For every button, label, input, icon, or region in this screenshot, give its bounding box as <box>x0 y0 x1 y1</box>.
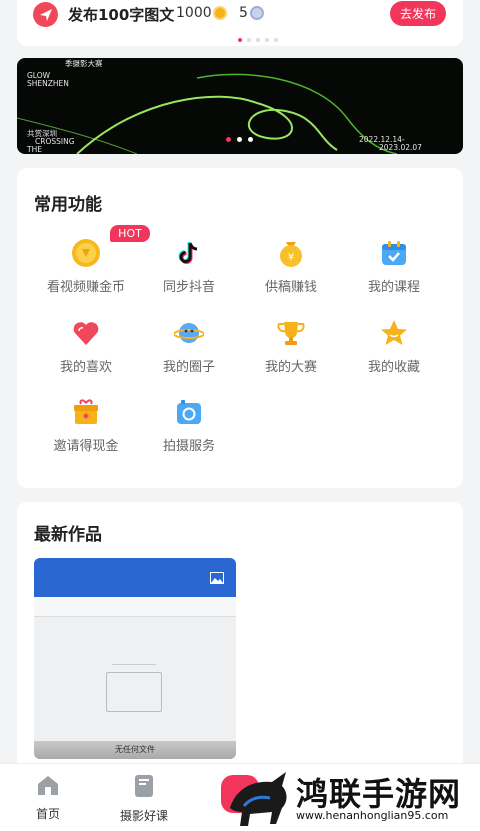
func-item-label: 我的收藏 <box>367 360 420 375</box>
work-thumbnail[interactable]: 无任何文件 <box>34 558 236 759</box>
func-item-sync-douyin[interactable]: 同步抖音 <box>138 238 240 295</box>
tab-home[interactable]: 首页 <box>13 774 83 822</box>
bull-logo <box>230 772 287 826</box>
latest-works-card: 最新作品 无任何文件 <box>17 502 463 772</box>
banner-pager-dots <box>226 137 253 142</box>
func-item-invite-cash[interactable]: 邀请得现金 <box>35 397 137 454</box>
tab-label: 摄影好课 <box>119 809 168 823</box>
money-bag-icon: ¥ <box>280 242 302 267</box>
func-item-my-circle[interactable]: 我的圈子 <box>138 318 240 375</box>
func-item-label: 拍摄服务 <box>162 439 215 454</box>
banner-contest: 季摄影大赛 <box>65 59 103 68</box>
func-item-label: 同步抖音 <box>162 280 215 295</box>
thumbnail-caption: 无任何文件 <box>34 741 236 759</box>
camera-icon <box>177 400 201 424</box>
banner-date-end: 2023.02.07 <box>379 143 422 152</box>
contest-banner[interactable]: GLOW SHENZHEN 共赏深圳 CROSSING THE 季摄影大赛 20… <box>17 58 463 154</box>
tiktok-icon <box>178 242 198 264</box>
heart-icon <box>73 322 99 345</box>
func-item-my-courses[interactable]: 我的课程 <box>343 238 445 295</box>
section-title-works: 最新作品 <box>34 525 102 545</box>
book-icon <box>135 775 153 797</box>
banner-line-4: THE <box>27 145 42 154</box>
func-item-label: 我的喜欢 <box>59 360 112 375</box>
tab-photo-courses[interactable]: 摄影好课 <box>109 774 179 824</box>
task-title: 发布100字图文 <box>68 6 175 24</box>
banner-line-2: SHENZHEN <box>27 79 69 88</box>
coin-amount: 1000 <box>176 5 212 21</box>
star-icon <box>381 320 407 345</box>
func-item-label: 供稿赚钱 <box>264 280 317 295</box>
svg-text:¥: ¥ <box>288 252 294 263</box>
tab-label: 首页 <box>35 807 60 821</box>
func-item-label: 看视频赚金币 <box>46 280 125 295</box>
func-item-label: 邀请得现金 <box>53 439 119 454</box>
site-watermark: 鸿联手游网 www.henanhonglian95.com <box>224 766 476 830</box>
func-item-my-likes[interactable]: 我的喜欢 <box>35 318 137 375</box>
gift-box-icon <box>74 399 98 424</box>
func-item-my-favorites[interactable]: 我的收藏 <box>343 318 445 375</box>
calendar-check-icon <box>382 241 406 265</box>
gem-icon <box>250 6 264 20</box>
func-item-watch-video[interactable]: 看视频赚金币 <box>35 238 137 295</box>
empty-folder-icon <box>106 672 162 712</box>
func-item-label: 我的课程 <box>367 280 420 295</box>
func-item-contribute[interactable]: ¥ 供稿赚钱 <box>240 238 342 295</box>
paper-plane-icon <box>33 2 58 27</box>
func-item-photo-service[interactable]: 拍摄服务 <box>138 397 240 454</box>
image-icon <box>210 572 224 584</box>
task-card: 发布100字图文 1000 5 去发布 <box>17 0 463 46</box>
trophy-icon <box>277 322 305 345</box>
publish-button[interactable]: 去发布 <box>390 1 446 26</box>
func-item-label: 我的大赛 <box>264 360 317 375</box>
func-item-label: 我的圈子 <box>162 360 215 375</box>
func-item-my-contests[interactable]: 我的大赛 <box>240 318 342 375</box>
common-functions-card: 常用功能 HOT 看视频赚金币 同步抖音 ¥ 供稿赚钱 我的课程 我的喜欢 我的… <box>17 168 463 488</box>
task-pager-dots <box>238 38 278 42</box>
gem-amount: 5 <box>239 5 248 21</box>
planet-icon <box>174 323 204 343</box>
gold-coin-icon <box>213 6 227 20</box>
watermark-url: www.henanhonglian95.com <box>296 809 449 822</box>
section-title-functions: 常用功能 <box>34 195 102 215</box>
home-icon <box>38 776 58 795</box>
gold-coin-icon <box>72 239 100 267</box>
